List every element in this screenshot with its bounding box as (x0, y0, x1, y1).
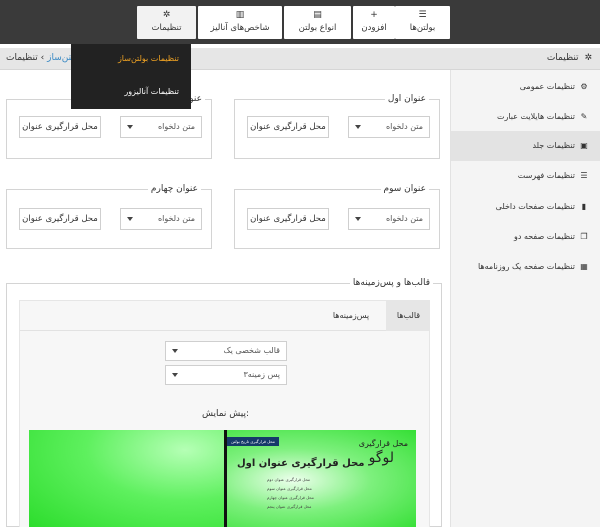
title-panel-first: عنوان اول متن دلخواه محل قرارگیری عنوان (234, 94, 440, 159)
plus-icon: + (370, 10, 378, 20)
gear-icon: ✲ (584, 53, 592, 63)
settings-dropdown-menu: تنظیمات بولتن‌ساز تنظیمات آنالیزور (71, 44, 191, 109)
sidebar-item-label: تنظیمات فهرست (517, 171, 575, 180)
tab-label: انواع بولتن (298, 23, 337, 33)
sidebar-item-label: تنظیمات عمومی (519, 82, 575, 91)
select-value: قالب شخصی یک (223, 346, 281, 355)
copy-icon: ❐ (580, 232, 588, 241)
tab-label: شاخص‌های آنالیز (210, 23, 270, 33)
list-icon: ☰ (580, 171, 588, 180)
tab-backgrounds[interactable]: پس‌زمینه‌ها (321, 301, 381, 331)
sidebar-item-page-two[interactable]: تنظیمات صفحه دو ❐ (451, 222, 600, 252)
panel-title: عنوان چهارم (147, 184, 201, 194)
file-icon: ▤ (313, 10, 322, 20)
breadcrumb: بولتن‌ساز › تنظیمات (6, 53, 81, 63)
select-value: متن دلخواه (385, 122, 423, 131)
sidebar-item-highlight[interactable]: تنظیمات هایلایت عبارت ✎ (451, 102, 600, 132)
tab-label: بولتن‌ها (409, 23, 436, 33)
sidebar-item-general[interactable]: تنظیمات عمومی ⚙ (451, 72, 600, 102)
panel-title: عنوان اول (384, 94, 429, 104)
sidebar-item-newspaper-page-one[interactable]: تنظیمات صفحه یک روزنامه‌ها ▦ (451, 252, 600, 282)
sidebar-item-cover[interactable]: تنظیمات جلد ▣ (451, 131, 600, 161)
page-title: تنظیمات ✲ (547, 53, 592, 63)
select-value: متن دلخواه (157, 214, 195, 223)
chevron-down-icon (355, 217, 361, 221)
title-source-select[interactable]: متن دلخواه (120, 208, 202, 230)
book-icon: ▮ (581, 202, 587, 211)
preview-line: محل قرارگیری عنوان دوم (267, 477, 311, 482)
gear-icon: ✲ (162, 10, 171, 20)
title-source-select[interactable]: متن دلخواه (348, 116, 430, 138)
menu-item-bulletin-settings[interactable]: تنظیمات بولتن‌ساز (118, 54, 179, 63)
preview-date-badge: محل قرارگیری تاریخ بولتن (227, 437, 279, 446)
sidebar-item-inner-pages[interactable]: تنظیمات صفحات داخلی ▮ (451, 192, 600, 222)
gears-icon: ⚙ (580, 82, 588, 91)
title-panel-third: عنوان سوم متن دلخواه محل قرارگیری عنوان (234, 184, 440, 249)
preview-back-page (29, 430, 224, 527)
breadcrumb-current: تنظیمات (6, 53, 38, 63)
tab-themes[interactable]: قالب‌ها (386, 301, 429, 331)
theme-select[interactable]: قالب شخصی یک (165, 341, 287, 361)
sidebar-item-label: تنظیمات صفحات داخلی (495, 202, 575, 211)
sidebar-item-label: تنظیمات صفحه دو (513, 232, 575, 241)
chevron-down-icon (355, 125, 361, 129)
tab-bulletin-types[interactable]: ▤ انواع بولتن (284, 6, 351, 39)
title-position-field[interactable]: محل قرارگیری عنوان (247, 208, 329, 230)
sidebar-item-label: تنظیمات صفحه یک روزنامه‌ها (477, 262, 575, 271)
cover-preview: محل قرارگیری تاریخ بولتن محل قرارگیری لو… (29, 430, 416, 527)
tab-analysis-indicators[interactable]: ▥ شاخص‌های آنالیز (198, 6, 282, 39)
tab-settings[interactable]: ✲ تنظیمات (137, 6, 196, 39)
bar-chart-icon: ▥ (235, 10, 245, 20)
select-value: پس زمینه۳ (243, 370, 280, 379)
image-icon: ▣ (580, 141, 588, 150)
themes-backgrounds-panel: قالب‌ها و پس‌زمینه‌ها قالب‌ها پس‌زمینه‌ه… (6, 278, 442, 527)
chevron-down-icon (127, 217, 133, 221)
tab-label: تنظیمات (151, 23, 182, 33)
preview-logo-placeholder-text: محل قرارگیری (358, 439, 408, 448)
title-source-select[interactable]: متن دلخواه (120, 116, 202, 138)
pencil-icon: ✎ (580, 112, 588, 121)
tab-label: افزودن (361, 23, 387, 33)
sidebar-item-label: تنظیمات جلد (532, 141, 575, 150)
themes-tabstrip: قالب‌ها پس‌زمینه‌ها (20, 301, 429, 331)
title-position-field[interactable]: محل قرارگیری عنوان (19, 116, 101, 138)
sidebar-item-index[interactable]: تنظیمات فهرست ☰ (451, 161, 600, 191)
preview-headline: محل قرارگیری عنوان اول (237, 458, 365, 469)
page-title-text: تنظیمات (546, 53, 579, 63)
title-panel-fourth: عنوان چهارم متن دلخواه محل قرارگیری عنوا… (6, 184, 212, 249)
list-icon: ☰ (418, 10, 427, 20)
grid-icon: ▦ (580, 262, 588, 271)
title-source-select[interactable]: متن دلخواه (348, 208, 430, 230)
background-select[interactable]: پس زمینه۳ (165, 365, 287, 385)
title-position-field[interactable]: محل قرارگیری عنوان (19, 208, 101, 230)
settings-sidebar: تنظیمات عمومی ⚙ تنظیمات هایلایت عبارت ✎ تن… (450, 70, 600, 527)
preview-line: محل قرارگیری عنوان سوم (267, 486, 312, 491)
preview-line: محل قرارگیری عنوان پنجم (267, 504, 312, 509)
panel-title: قالب‌ها و پس‌زمینه‌ها (349, 278, 433, 288)
preview-logo: لوگو (368, 450, 394, 466)
tab-bulletins[interactable]: ☰ بولتن‌ها (395, 6, 450, 39)
preview-line: محل قرارگیری عنوان چهارم (267, 495, 314, 500)
sidebar-item-label: تنظیمات هایلایت عبارت (496, 112, 575, 121)
preview-front-page: محل قرارگیری تاریخ بولتن محل قرارگیری لو… (227, 430, 416, 527)
select-value: متن دلخواه (385, 214, 423, 223)
themes-tab-container: قالب‌ها پس‌زمینه‌ها قالب شخصی یک پس زمین… (19, 300, 430, 527)
preview-label: پیش نمایش: (201, 409, 250, 419)
chevron-down-icon (172, 373, 178, 377)
top-navbar: ☰ بولتن‌ها + افزودن ▤ انواع بولتن ▥ شاخص… (0, 0, 600, 44)
title-position-field[interactable]: محل قرارگیری عنوان (247, 116, 329, 138)
menu-item-analyzer-settings[interactable]: تنظیمات آنالیزور (124, 87, 179, 96)
panel-title: عنوان سوم (380, 184, 429, 194)
tab-add[interactable]: + افزودن (353, 6, 395, 39)
select-value: متن دلخواه (157, 122, 195, 131)
chevron-down-icon (127, 125, 133, 129)
breadcrumb-separator: › (40, 53, 45, 63)
chevron-down-icon (172, 349, 178, 353)
